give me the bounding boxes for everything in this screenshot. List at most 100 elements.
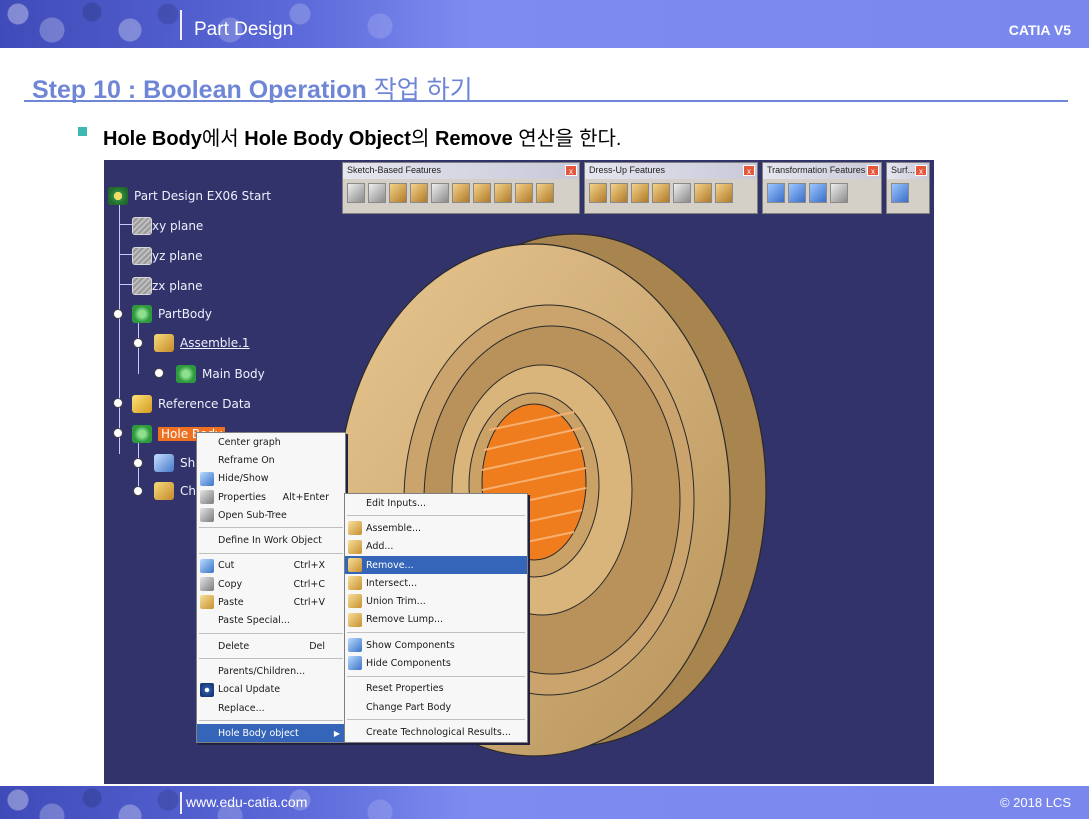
toolbar-surface-based-features[interactable]: Surf... x <box>886 162 930 214</box>
part-icon <box>108 187 128 205</box>
menu-item-union-trim[interactable]: Union Trim... <box>345 592 527 610</box>
edge-fillet-icon[interactable] <box>589 183 607 203</box>
menu-item-paste-special[interactable]: Paste Special... <box>197 612 345 630</box>
translation-icon[interactable] <box>767 183 785 203</box>
tree-node-reference-data[interactable]: Reference Data <box>132 394 251 414</box>
tree-label: Main Body <box>202 367 265 381</box>
menu-item-parents-children[interactable]: Parents/Children... <box>197 662 345 680</box>
hole-body-object-submenu[interactable]: Edit Inputs... Assemble... Add... Remove… <box>344 493 528 743</box>
tree-node-xy-plane[interactable]: xy plane <box>132 216 203 236</box>
menu-item-open-sub-tree[interactable]: Open Sub-Tree <box>197 506 345 524</box>
catia-viewport[interactable]: Sketch-Based Features x Dress-Up Features… <box>104 160 934 784</box>
menu-item-define-in-work-object[interactable]: Define In Work Object <box>197 531 345 549</box>
shaft-icon[interactable] <box>389 183 407 203</box>
chamfer-icon <box>154 482 174 500</box>
menu-item-edit-inputs[interactable]: Edit Inputs... <box>345 494 527 512</box>
menu-item-remove-lump[interactable]: Remove Lump... <box>345 611 527 629</box>
close-icon[interactable]: x <box>915 165 927 176</box>
tree-node-chamfer[interactable]: Ch <box>154 481 196 501</box>
menu-item-add[interactable]: Add... <box>345 538 527 556</box>
groove-icon[interactable] <box>431 183 449 203</box>
thickness-icon[interactable] <box>673 183 691 203</box>
remove-face-icon[interactable] <box>715 183 733 203</box>
menu-item-intersect[interactable]: Intersect... <box>345 574 527 592</box>
submenu-arrow-icon: ▶ <box>333 728 340 738</box>
menu-item-reset-properties[interactable]: Reset Properties <box>345 680 527 698</box>
shell-icon[interactable] <box>652 183 670 203</box>
expand-toggle[interactable] <box>113 398 123 408</box>
menu-item-properties[interactable]: Properties Alt+Enter <box>197 488 345 506</box>
remove-icon <box>348 557 362 572</box>
pattern-icon[interactable] <box>809 183 827 203</box>
tree-node-zx-plane[interactable]: zx plane <box>132 276 203 296</box>
slot-icon[interactable] <box>473 183 491 203</box>
menu-item-hide-show[interactable]: Hide/Show <box>197 470 345 488</box>
plane-icon <box>132 217 152 235</box>
menu-item-create-technological-results[interactable]: Create Technological Results... <box>345 723 527 741</box>
split-icon[interactable] <box>891 183 909 203</box>
menu-item-cut[interactable]: Cut Ctrl+X <box>197 557 345 575</box>
body-icon <box>132 305 152 323</box>
hole-icon[interactable] <box>410 183 428 203</box>
tree-node-partbody[interactable]: PartBody <box>132 304 212 324</box>
menu-item-show-components[interactable]: Show Components <box>345 636 527 654</box>
rib-icon[interactable] <box>452 183 470 203</box>
tree-node-root[interactable]: Part Design EX06 Start <box>108 186 271 206</box>
menu-item-change-part-body[interactable]: Change Part Body <box>345 698 527 716</box>
expand-toggle[interactable] <box>133 458 143 468</box>
menu-item-reframe-on[interactable]: Reframe On <box>197 451 345 469</box>
tree-label: Assemble.1 <box>180 336 250 350</box>
cut-icon <box>200 558 214 573</box>
toolbar-dress-up-features[interactable]: Dress-Up Features x <box>584 162 758 214</box>
footer-copyright: © 2018 LCS <box>999 795 1071 810</box>
menu-item-delete[interactable]: Delete Del <box>197 637 345 655</box>
close-icon[interactable]: x <box>743 165 755 176</box>
menu-item-paste[interactable]: Paste Ctrl+V <box>197 593 345 611</box>
plane-icon <box>132 247 152 265</box>
collapse-toggle[interactable] <box>113 309 123 319</box>
toolbar-transformation-features[interactable]: Transformation Features x <box>762 162 882 214</box>
local-update-icon <box>200 682 214 697</box>
tree-node-yz-plane[interactable]: yz plane <box>132 246 203 266</box>
stiffener-icon[interactable] <box>494 183 512 203</box>
tree-node-assemble[interactable]: Assemble.1 <box>154 333 250 353</box>
remove-lump-icon <box>348 612 362 627</box>
menu-item-assemble[interactable]: Assemble... <box>345 519 527 537</box>
bullet-marker <box>78 127 87 136</box>
mirror-icon[interactable] <box>788 183 806 203</box>
paste-icon <box>200 595 214 610</box>
tree-node-shaft[interactable]: Sh <box>154 453 195 473</box>
toolbar-sketch-based-features[interactable]: Sketch-Based Features x <box>342 162 580 214</box>
scaling-icon[interactable] <box>830 183 848 203</box>
tree-label: Reference Data <box>158 397 251 411</box>
close-icon[interactable]: x <box>867 165 879 176</box>
close-icon[interactable]: x <box>565 165 577 176</box>
draft-icon[interactable] <box>631 183 649 203</box>
expand-toggle[interactable] <box>154 368 164 378</box>
menu-item-hole-body-object[interactable]: Hole Body object ▶ <box>197 724 345 743</box>
menu-item-center-graph[interactable]: Center graph <box>197 433 345 451</box>
tree-label: PartBody <box>158 307 212 321</box>
menu-item-remove[interactable]: Remove... <box>345 555 527 575</box>
header-title: Part Design <box>194 19 294 40</box>
union-trim-icon <box>348 594 362 609</box>
menu-item-local-update[interactable]: Local Update <box>197 681 345 699</box>
context-menu[interactable]: Center graph Reframe On Hide/Show Proper… <box>196 432 346 744</box>
menu-item-replace[interactable]: Replace... <box>197 699 345 717</box>
pocket-icon[interactable] <box>368 183 386 203</box>
menu-item-copy[interactable]: Copy Ctrl+C <box>197 575 345 593</box>
collapse-toggle[interactable] <box>133 338 143 348</box>
loft-icon[interactable] <box>515 183 533 203</box>
shaft-icon <box>154 454 174 472</box>
tree-label: xy plane <box>152 219 204 233</box>
tree-node-main-body[interactable]: Main Body <box>176 364 265 384</box>
remove-loft-icon[interactable] <box>536 183 554 203</box>
thread-icon[interactable] <box>694 183 712 203</box>
expand-toggle[interactable] <box>133 486 143 496</box>
chamfer-icon[interactable] <box>610 183 628 203</box>
tree-label: zx plane <box>152 279 203 293</box>
add-icon <box>348 539 362 554</box>
collapse-toggle[interactable] <box>113 428 123 438</box>
bullet-text-part: 의 <box>410 128 435 150</box>
menu-item-hide-components[interactable]: Hide Components <box>345 654 527 672</box>
